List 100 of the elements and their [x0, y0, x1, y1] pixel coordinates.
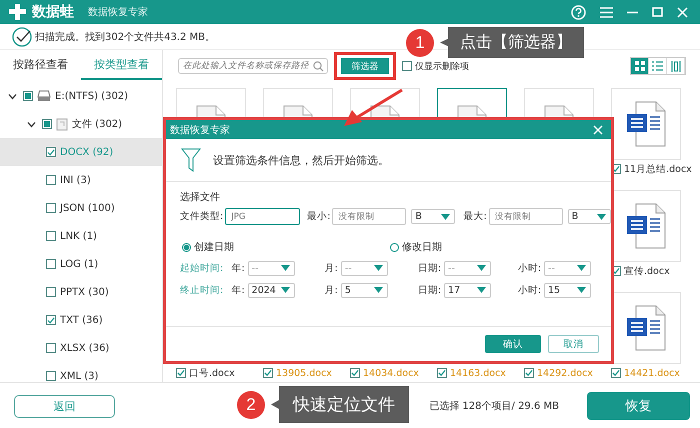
logo-icon	[8, 3, 28, 21]
field-label: 最大:	[464, 210, 487, 223]
checkbox[interactable]	[350, 368, 360, 378]
tree-item[interactable]: XML (3)	[60, 370, 98, 382]
checkbox[interactable]	[46, 343, 56, 353]
tooltip-bubble: 快速定位文件	[271, 386, 409, 423]
caret-icon	[280, 287, 290, 293]
input-field[interactable]: 没有限制	[488, 208, 563, 225]
tree-item[interactable]: 文件 (302)	[72, 117, 122, 131]
search-icon[interactable]	[313, 60, 324, 72]
grid-icon	[634, 61, 644, 71]
checkbox[interactable]	[611, 368, 621, 378]
field-label: 月:	[324, 262, 338, 274]
tree-item[interactable]: TXT (36)	[60, 314, 103, 326]
view-tab[interactable]: 按路径查看	[0, 50, 81, 80]
minimize-icon[interactable]	[627, 10, 638, 14]
search-field[interactable]: 在此处输入文件名称或保存路径	[178, 58, 328, 74]
field-label: 小时:	[518, 284, 542, 296]
checkbox[interactable]	[46, 259, 56, 269]
file-name: 14421.docx	[624, 368, 680, 378]
brand-name: 数据蛙	[32, 3, 74, 21]
tree-item[interactable]: E:(NTFS) (302)	[55, 90, 128, 102]
caret-icon	[477, 265, 486, 271]
file-name: 口号.docx	[189, 366, 235, 380]
chevron-icon[interactable]	[8, 92, 17, 100]
field-label: 最小:	[307, 210, 330, 223]
checkbox[interactable]	[23, 91, 33, 101]
list-icon	[652, 61, 663, 71]
checkbox[interactable]	[46, 147, 56, 157]
menu-icon[interactable]	[600, 6, 613, 18]
close-icon[interactable]	[677, 6, 688, 18]
tree-item[interactable]: LOG (1)	[60, 258, 98, 270]
cancel-button[interactable]: 取消	[548, 335, 599, 353]
field-label: 年:	[231, 262, 245, 274]
caret-icon	[596, 214, 606, 220]
view-mode-button[interactable]	[631, 58, 649, 74]
help-icon[interactable]	[571, 4, 586, 20]
checkbox[interactable]	[46, 287, 56, 297]
maximize-icon[interactable]	[652, 7, 663, 17]
dropdown[interactable]: 2024	[248, 282, 295, 298]
checkbox[interactable]	[46, 371, 56, 381]
tree-item[interactable]: PPTX (30)	[60, 286, 109, 298]
checkbox[interactable]	[46, 175, 56, 185]
caret-icon	[577, 287, 586, 293]
checkbox[interactable]	[402, 61, 412, 71]
chevron-icon[interactable]	[27, 120, 36, 128]
section-heading: 选择文件	[180, 190, 221, 204]
dropdown[interactable]: B	[568, 209, 611, 224]
dialog-title: 数据恢复专家	[170, 124, 230, 136]
checkbox[interactable]	[42, 119, 52, 129]
field-label: 小时:	[518, 262, 542, 274]
dropdown[interactable]: 15	[544, 282, 592, 298]
check-circle-icon	[12, 26, 32, 46]
checkbox[interactable]	[263, 368, 273, 378]
pointer-arrow	[342, 88, 404, 128]
checkbox[interactable]	[46, 315, 56, 325]
app-subtitle: 数据恢复专家	[88, 6, 148, 19]
range-label: 终止时间:	[180, 284, 224, 296]
radio-label: 创建日期	[194, 240, 234, 254]
close-icon[interactable]	[593, 124, 603, 134]
checkbox[interactable]	[437, 368, 447, 378]
range-label: 起始时间:	[180, 262, 224, 274]
field-label: 月:	[324, 284, 338, 296]
input-field[interactable]: 没有限制	[332, 208, 406, 225]
selection-summary: 已选择 128个项目/ 29.6 MB	[429, 400, 559, 413]
tree-item[interactable]: INI (3)	[60, 174, 91, 186]
step-number-badge: 2	[237, 390, 265, 418]
checkbox[interactable]	[46, 231, 56, 241]
checkbox[interactable]	[46, 203, 56, 213]
file-name: 13905.docx	[276, 368, 332, 378]
caret-icon	[280, 265, 290, 271]
caret-icon	[477, 287, 486, 293]
radio-button[interactable]	[390, 242, 399, 252]
document-badge-icon	[626, 203, 666, 249]
recover-button[interactable]: 恢复	[587, 392, 690, 420]
checkbox[interactable]	[176, 368, 186, 378]
dropdown[interactable]: 17	[444, 282, 492, 298]
field-label: 日期:	[418, 284, 442, 296]
tree-item[interactable]: JSON (100)	[60, 202, 115, 214]
document-badge-icon	[626, 101, 666, 147]
tree-item[interactable]: LNK (1)	[60, 230, 97, 242]
caret-icon	[577, 265, 586, 271]
dropdown[interactable]: B	[411, 209, 455, 224]
filter-button[interactable]: 筛选器	[341, 58, 389, 74]
scan-status-text: 扫描完成。找到302个文件共43.2 MB。	[35, 30, 216, 44]
dialog-instruction: 设置筛选条件信息，然后开始筛选。	[213, 152, 389, 168]
file-name: 宣传.docx	[624, 264, 670, 278]
dropdown[interactable]: 5	[340, 282, 388, 298]
caret-icon	[374, 265, 383, 271]
checkbox[interactable]	[524, 368, 534, 378]
step-number-badge: 1	[406, 28, 434, 56]
file-thumbnail[interactable]	[611, 88, 681, 160]
back-button[interactable]: 返回	[14, 394, 115, 418]
tree-item[interactable]: XLSX (36)	[60, 342, 110, 354]
columns-icon	[670, 60, 680, 72]
view-tab[interactable]: 按类型查看	[81, 50, 162, 80]
confirm-button[interactable]: 确认	[485, 335, 541, 353]
radio-button[interactable]	[182, 242, 191, 252]
drive-icon	[37, 90, 51, 102]
view-mode-button[interactable]	[649, 58, 667, 74]
